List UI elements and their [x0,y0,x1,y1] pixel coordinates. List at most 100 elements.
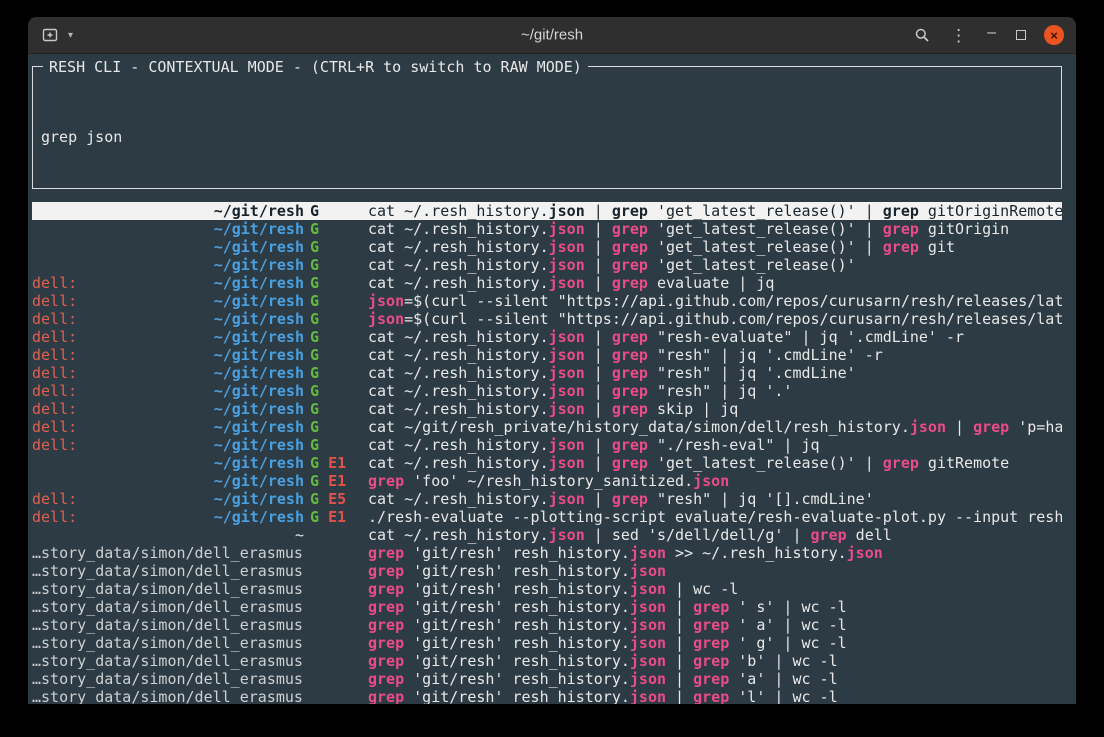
row-context: …story_data/simon/dell_erasmus [32,688,304,704]
history-row[interactable]: dell:~/git/reshG E1./resh-evaluate --plo… [32,508,1062,526]
history-row[interactable]: …story_data/simon/dell_erasmusgrep 'git/… [32,544,1062,562]
row-context: ~ [32,526,304,544]
command-text: grep 'git/resh' resh_history.json | grep… [362,688,1062,704]
row-context: dell:~/git/resh [32,328,304,346]
directory-label: ~/git/resh [214,400,304,418]
history-row[interactable]: ~/git/reshGcat ~/.resh_history.json | gr… [32,220,1062,238]
history-row[interactable]: dell:~/git/reshGcat ~/git/resh_private/h… [32,418,1062,436]
row-flags: G E1 [304,454,362,472]
history-row[interactable]: …story_data/simon/dell_erasmus grep 'git/… [32,688,1062,704]
row-flags [304,688,362,704]
row-context: dell:~/git/resh [32,364,304,382]
history-row[interactable]: dell:~/git/reshGcat ~/.resh_history.json… [32,400,1062,418]
row-context: dell:~/git/resh [32,436,304,454]
host-label: dell: [32,310,77,328]
history-row[interactable]: …story_data/simon/dell_erasmusgrep 'git/… [32,562,1062,580]
window-title: ~/git/resh [521,27,583,44]
command-text: json=$(curl --silent "https://api.github… [362,292,1062,310]
host-label: …story_data/simon/dell_erasmus [32,616,303,634]
row-flags: G [304,364,362,382]
row-flags [304,562,362,580]
row-flags: G [304,310,362,328]
row-flags: G [304,400,362,418]
history-row[interactable]: …story_data/simon/dell_erasmusgrep 'git/… [32,670,1062,688]
host-label: dell: [32,490,77,508]
row-context: dell:~/git/resh [32,292,304,310]
tab-dropdown-button[interactable]: ▾ [66,28,75,43]
row-flags [304,616,362,634]
flag-G: G [310,400,319,418]
directory-label: ~/git/resh [214,508,304,526]
history-row[interactable]: dell:~/git/reshG E5cat ~/.resh_history.j… [32,490,1062,508]
terminal-content[interactable]: RESH CLI - CONTEXTUAL MODE - (CTRL+R to … [28,54,1076,704]
row-flags: G [304,202,362,220]
minimize-button[interactable]: – [985,25,998,45]
row-flags [304,634,362,652]
row-context: …story_data/simon/dell_erasmus [32,652,304,670]
flag-G: G [310,238,319,256]
history-row[interactable]: …story_data/simon/dell_erasmusgrep 'git/… [32,616,1062,634]
flag-E5: E5 [328,490,346,508]
history-row[interactable]: dell:~/git/reshGcat ~/.resh_history.json… [32,346,1062,364]
history-row[interactable]: ~/git/reshGcat ~/.resh_history.json | gr… [32,238,1062,256]
host-label: dell: [32,274,77,292]
restore-button[interactable] [1014,28,1028,42]
directory-label: ~/git/resh [214,472,304,490]
row-context: ~/git/resh [32,472,304,490]
history-row[interactable]: dell:~/git/reshGcat ~/.resh_history.json… [32,382,1062,400]
command-text: cat ~/.resh_history.json | grep "resh" |… [362,490,1062,508]
history-row[interactable]: ~/git/reshG E1grep 'foo' ~/resh_history_… [32,472,1062,490]
row-flags [304,544,362,562]
history-row[interactable]: dell:~/git/reshGcat ~/.resh_history.json… [32,274,1062,292]
flag-G: G [310,292,319,310]
row-context: dell:~/git/resh [32,490,304,508]
menu-kebab-icon: ⋮ [950,27,967,44]
host-label: …story_data/simon/dell_erasmus [32,598,303,616]
history-row[interactable]: …story_data/simon/dell_erasmusgrep 'git/… [32,634,1062,652]
chevron-down-icon: ▾ [68,30,73,41]
search-button[interactable] [912,25,932,45]
directory-label: ~/git/resh [214,292,304,310]
history-row[interactable]: …story_data/simon/dell_erasmusgrep 'git/… [32,580,1062,598]
new-tab-button[interactable] [40,25,60,45]
host-label: …story_data/simon/dell_erasmus [32,670,303,688]
flag-G: G [310,256,319,274]
host-label: …story_data/simon/dell_erasmus [32,634,303,652]
history-row-selected[interactable]: ~/git/reshGcat ~/.resh_history.json | gr… [32,202,1062,220]
history-list: ~/git/reshGcat ~/.resh_history.json | gr… [32,202,1062,704]
directory-label: ~/git/resh [214,256,304,274]
command-text: grep 'git/resh' resh_history.json | grep… [362,598,1062,616]
history-row[interactable]: …story_data/simon/dell_erasmusgrep 'git/… [32,652,1062,670]
directory-label: ~/git/resh [214,418,304,436]
command-text: cat ~/.resh_history.json | grep "resh" |… [362,364,1062,382]
host-label: dell: [32,436,77,454]
command-text: cat ~/.resh_history.json | grep 'get_lat… [362,220,1062,238]
row-context: dell: ~/git/resh [32,310,304,328]
search-icon [914,27,930,43]
search-query-input[interactable]: grep json [41,128,1053,146]
row-flags: G [304,436,362,454]
row-context: dell:~/git/resh [32,346,304,364]
menu-button[interactable]: ⋮ [948,25,969,46]
flag-G: G [310,220,319,238]
row-flags: G [304,274,362,292]
history-row[interactable]: ~/git/reshG E1cat ~/.resh_history.json |… [32,454,1062,472]
command-text: json=$(curl --silent "https://api.github… [362,310,1062,328]
directory-label: ~/git/resh [214,310,304,328]
history-row[interactable]: dell:~/git/resh Gjson=$(curl --silent "ht… [32,292,1062,310]
terminal-window: ▾ ~/git/resh ⋮ – × [28,17,1076,704]
history-row[interactable]: …story_data/simon/dell_erasmus grep 'git/… [32,598,1062,616]
close-button[interactable]: × [1044,25,1064,45]
history-row[interactable]: dell:~/git/reshGcat ~/.resh_history.json… [32,328,1062,346]
history-row[interactable]: dell: ~/git/reshGjson=$(curl --silent "ht… [32,310,1062,328]
history-row[interactable]: ~/git/reshGcat ~/.resh_history.json | gr… [32,256,1062,274]
row-flags: G [304,292,362,310]
command-text: cat ~/.resh_history.json | grep 'get_lat… [362,202,1062,220]
history-row[interactable]: ~cat ~/.resh_history.json | sed 's/dell/… [32,526,1062,544]
host-label: dell: [32,400,77,418]
history-row[interactable]: dell:~/git/reshGcat ~/.resh_history.json… [32,364,1062,382]
history-row[interactable]: dell:~/git/reshGcat ~/.resh_history.json… [32,436,1062,454]
row-context: ~/git/resh [32,202,304,220]
row-context: ~/git/resh [32,454,304,472]
row-flags: G [304,238,362,256]
